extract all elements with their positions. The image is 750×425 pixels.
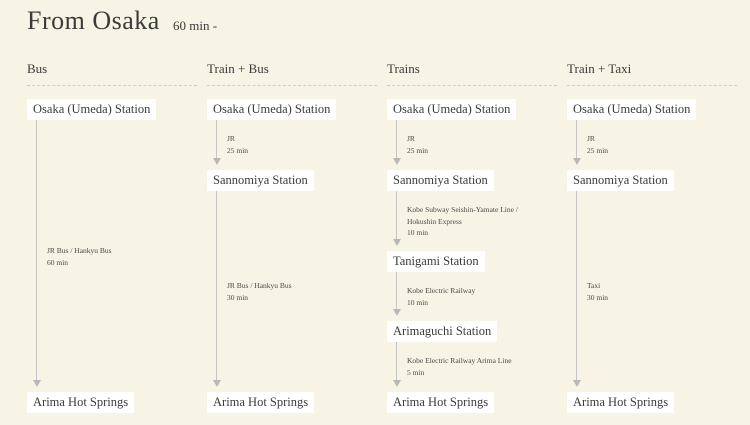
segment-label: JR Bus / Hankyu Bus 30 min [227,280,292,303]
route-column: Trains JR 25 min Kobe Subway Seishin-Yamate… [387,0,557,425]
arrow-down-icon [572,380,581,387]
arrow-down-icon [392,309,401,316]
route-connector-line [396,191,397,239]
route-connector-line [576,120,577,158]
route-column: Train + Bus JR 25 min JR Bus / Hankyu Bus 30… [207,0,377,425]
segment-label: Taxi 30 min [587,280,608,303]
segment-label: JR 25 min [407,133,428,156]
segment-duration: 25 min [227,145,249,155]
arrow-down-icon [212,158,221,165]
station-box: Arima Hot Springs [567,392,675,413]
route-header: Trains [387,61,420,76]
segment-label: Kobe Electric Railway Arima Line 5 min [407,355,512,378]
station-box: Arima Hot Springs [207,392,315,413]
route-connector-line [396,272,397,309]
segment-label: JR 25 min [227,133,248,156]
arrow-down-icon [392,158,401,165]
station-box: Sannomiya Station [387,170,494,191]
segment-line-name: Taxi [587,281,601,290]
station-box: Arimaguchi Station [387,321,498,342]
station-box: Sannomiya Station [567,170,674,191]
route-header: Train + Taxi [567,61,632,76]
arrow-down-icon [572,158,581,165]
segment-duration: 10 min [407,228,429,237]
segment-label: Kobe Electric Railway 10 min [407,285,475,308]
route-header: Train + Bus [207,61,269,76]
header-divider [207,85,377,86]
segment-label: Kobe Subway Seishin-Yamate Line / Hokushi… [407,204,518,239]
segment-label: JR Bus / Hankyu Bus 60 min [47,245,112,268]
segment-duration: 60 min [47,257,69,267]
segment-line-name: JR [587,134,595,143]
segment-label: JR 25 min [587,133,608,156]
route-connector-line [36,120,37,380]
arrow-down-icon [32,380,41,387]
segment-line-name: Kobe Electric Railway Arima Line [407,356,512,365]
segment-duration: 5 min [407,367,425,377]
segment-line-name: Kobe Electric Railway [407,286,476,295]
header-divider [387,85,557,86]
segment-line-name: JR [227,134,235,143]
station-box: Osaka (Umeda) Station [387,99,517,120]
segment-duration: 25 min [407,145,429,155]
segment-line-name: JR [407,134,415,143]
route-header: Bus [27,61,48,76]
segment-line-name: JR Bus / Hankyu Bus [47,246,112,255]
station-box: Tanigami Station [387,251,485,272]
segment-duration: 30 min [227,292,249,302]
segment-duration: 10 min [407,297,429,307]
segment-line-name: Hokushin Express [407,216,462,226]
route-connector-line [216,120,217,158]
arrow-down-icon [392,380,401,387]
segment-duration: 25 min [587,145,609,155]
route-column: Train + Taxi JR 25 min Taxi 30 min Osaka (Ume… [567,0,737,425]
header-divider [567,85,737,86]
route-connector-line [576,191,577,380]
station-box: Sannomiya Station [207,170,314,191]
segment-duration: 30 min [587,292,609,302]
station-box: Osaka (Umeda) Station [567,99,697,120]
station-box: Arima Hot Springs [27,392,135,413]
route-column: Bus JR Bus / Hankyu Bus 60 min Osaka (Umeda… [27,0,197,425]
route-connector-line [396,120,397,158]
station-box: Osaka (Umeda) Station [27,99,157,120]
segment-line-name: JR Bus / Hankyu Bus [227,281,292,290]
station-box: Osaka (Umeda) Station [207,99,337,120]
arrow-down-icon [212,380,221,387]
route-connector-line [396,342,397,380]
segment-line-name: Kobe Subway Seishin-Yamate Line / [407,205,518,214]
header-divider [27,85,197,86]
route-connector-line [216,191,217,380]
station-box: Arima Hot Springs [387,392,495,413]
arrow-down-icon [392,239,401,246]
